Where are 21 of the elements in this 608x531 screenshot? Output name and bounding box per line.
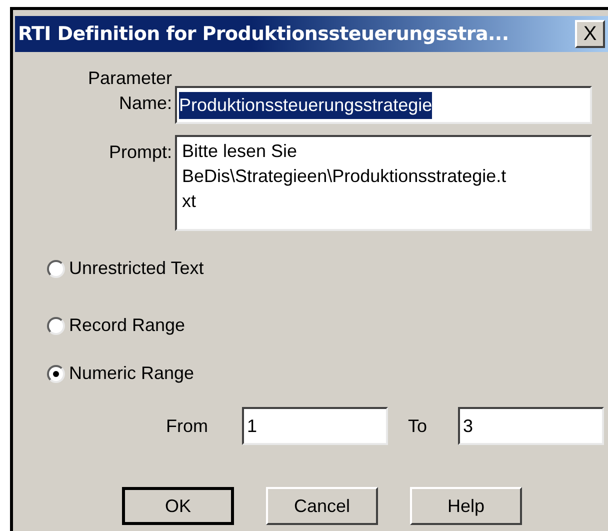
field-label: Parameter	[88, 67, 172, 90]
to-label: To	[408, 414, 428, 438]
window-title: RTI Definition for Produktionssteuerungsstra...	[18, 22, 509, 47]
radio-label: Unrestricted Text	[69, 257, 204, 280]
field-value: Produktionssteuerungsstrategie	[179, 92, 432, 118]
radio-label: Record Range	[69, 314, 186, 337]
field-label: Name:	[118, 92, 172, 115]
from-label: From	[166, 414, 209, 438]
name-field[interactable]: Produktionssteuerungsstrategie	[175, 86, 592, 124]
field-label: Prompt:	[108, 141, 172, 164]
from-field[interactable]: 1	[242, 407, 388, 445]
dialog-button[interactable]: OK	[122, 487, 234, 525]
radio-button[interactable]	[47, 364, 65, 382]
dialog-button[interactable]: Cancel	[266, 487, 378, 525]
radio-button[interactable]	[47, 260, 65, 278]
close-button[interactable]: X	[575, 20, 605, 48]
radio-button[interactable]	[47, 316, 65, 334]
dialog-button[interactable]: Help	[410, 487, 522, 525]
to-field[interactable]: 3	[458, 407, 604, 445]
prompt-field[interactable]: Bitte lesen Sie BeDis\Strategieen\Produktionsstrategie.t xt	[175, 135, 592, 231]
radio-label: Numeric Range	[69, 362, 194, 385]
